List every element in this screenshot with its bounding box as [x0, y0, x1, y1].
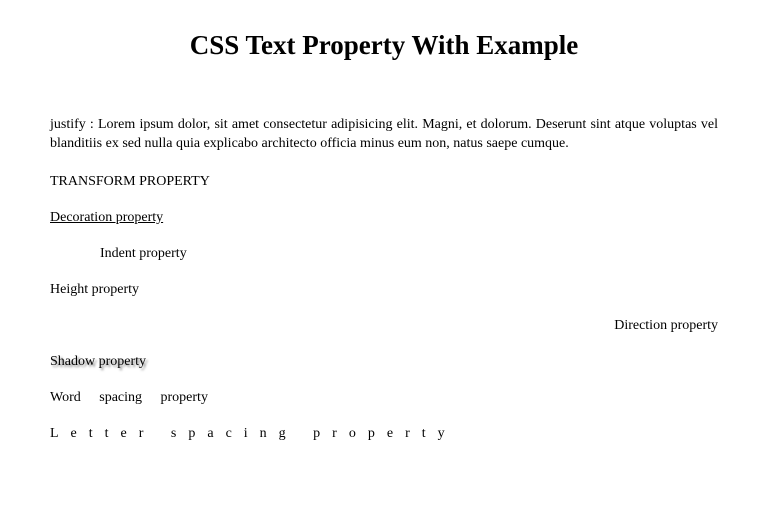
- decoration-example: Decoration property: [50, 210, 718, 226]
- height-example: Height property: [50, 282, 718, 298]
- direction-example: Direction property: [50, 318, 718, 334]
- page-title: CSS Text Property With Example: [50, 30, 718, 61]
- shadow-example: Shadow property: [50, 354, 718, 370]
- word-spacing-example: Word spacing property: [50, 390, 718, 406]
- indent-example: Indent property: [50, 246, 718, 262]
- transform-example: Transform property: [50, 174, 718, 190]
- justify-example: justify : Lorem ipsum dolor, sit amet co…: [50, 116, 718, 154]
- letter-spacing-example: Letter spacing property: [50, 426, 718, 442]
